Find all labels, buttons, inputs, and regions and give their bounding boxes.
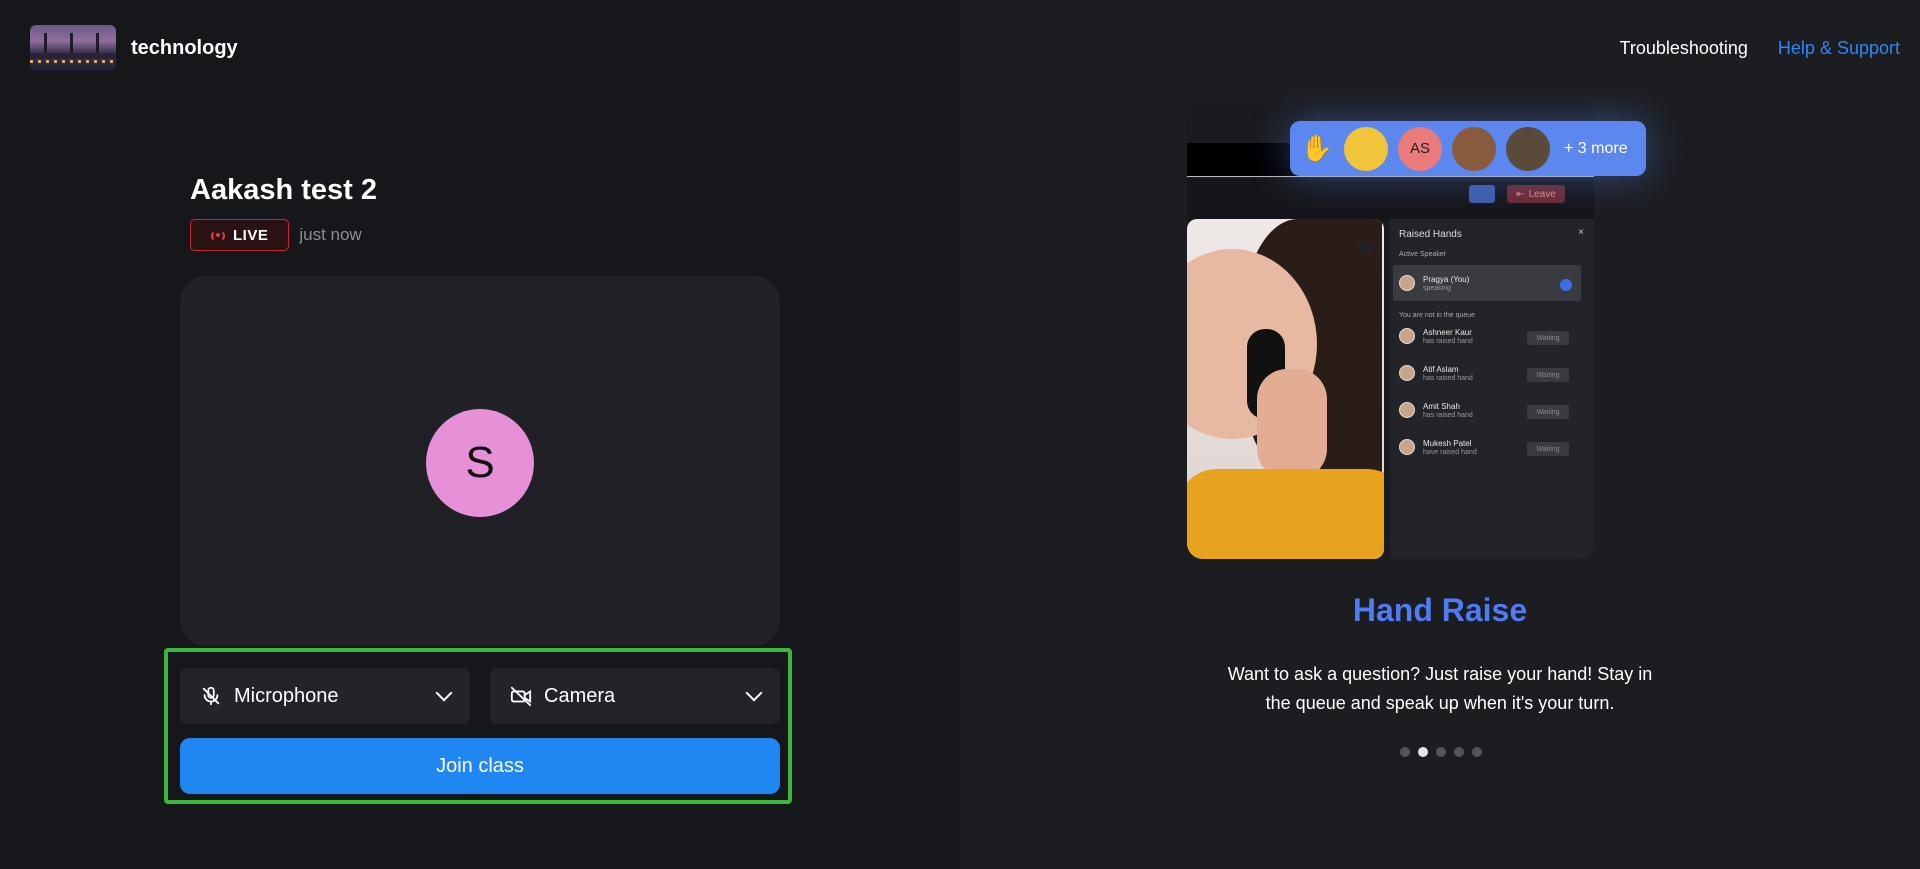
feature-title: Hand Raise (1352, 592, 1528, 628)
pin-icon (1357, 239, 1373, 255)
raised-hands-title: Raised Hands (1399, 229, 1462, 240)
queue-status: have raised hand (1423, 449, 1477, 456)
broadcast-icon (211, 230, 225, 242)
carousel-dot[interactable] (1454, 747, 1464, 757)
brand[interactable]: technology (30, 25, 238, 71)
exit-icon: ⇤ (1516, 188, 1525, 200)
carousel-dot[interactable] (1472, 747, 1482, 757)
live-label: LIVE (233, 226, 269, 244)
camera-label: Camera (544, 684, 616, 707)
waiting-badge: Waiting (1527, 368, 1569, 382)
live-time: just now (299, 225, 362, 244)
mock-leave-label: Leave (1528, 188, 1556, 200)
class-title: Aakash test 2 (190, 174, 377, 206)
feature-description: Want to ask a question? Just raise your … (1227, 664, 1653, 713)
live-status-row: LIVE just now (190, 219, 362, 251)
queue-name: Mukesh Patel (1423, 439, 1472, 448)
avatar (1399, 328, 1415, 344)
queue-status: has raised hand (1423, 412, 1473, 419)
more-count: + 3 more (1564, 139, 1628, 157)
carousel-dot-active[interactable] (1418, 747, 1428, 757)
chevron-down-icon (745, 684, 763, 702)
join-class-button[interactable]: Join class (180, 738, 780, 794)
close-icon: × (1578, 227, 1584, 238)
speaker-item: Pragya (You) speaking (1399, 274, 1469, 292)
waiting-badge: Waiting (1527, 405, 1569, 419)
brand-logo-image (30, 25, 116, 71)
right-pane: ⇤ Leave Raised Hands × Active Speaker Pr… (960, 0, 1920, 869)
mock-video (1187, 219, 1384, 559)
avatar (1399, 439, 1415, 455)
mock-pin-button (1469, 185, 1495, 203)
carousel-dot[interactable] (1400, 747, 1410, 757)
help-support-link[interactable]: Help & Support (1778, 38, 1900, 59)
avatar (1399, 365, 1415, 381)
list-item: Ashneer Kaur has raised hand (1399, 327, 1473, 345)
camera-preview: S (180, 276, 780, 646)
avatar (1399, 402, 1415, 418)
speaking-icon (1560, 279, 1572, 291)
left-pane: technology Aakash test 2 LIVE just now S… (0, 0, 960, 869)
speaker-name: Pragya (You) (1423, 275, 1470, 284)
troubleshooting-link[interactable]: Troubleshooting (1620, 38, 1748, 59)
camera-select[interactable]: Camera (490, 668, 780, 724)
avatar (1344, 126, 1388, 171)
queue-name: Amit Shah (1423, 402, 1460, 411)
avatar: AS (1398, 126, 1442, 171)
raised-hands-panel: Raised Hands × Active Speaker Pragya (Yo… (1390, 219, 1594, 559)
list-item: Atif Aslam has raised hand (1399, 364, 1473, 382)
top-nav: Troubleshooting Help & Support (1620, 38, 1901, 59)
chevron-down-icon (435, 684, 453, 702)
queue-name: Atif Aslam (1423, 365, 1459, 374)
device-controls: Microphone Camera Join class (164, 648, 792, 804)
raised-hands-bar: ✋ AS + 3 more (1290, 121, 1646, 176)
avatar (1506, 126, 1550, 171)
raised-hand-icon: ✋ (1300, 133, 1334, 163)
list-item: Mukesh Patel have raised hand (1399, 438, 1477, 456)
queue-name: Ashneer Kaur (1423, 328, 1472, 337)
mic-off-icon (202, 686, 220, 706)
microphone-label: Microphone (234, 684, 339, 707)
queue-status: has raised hand (1423, 338, 1473, 345)
live-badge: LIVE (190, 219, 290, 251)
carousel-dots (1400, 747, 1482, 757)
queue-status: has raised hand (1423, 375, 1473, 382)
carousel-dot[interactable] (1436, 747, 1446, 757)
avatar (1452, 126, 1496, 171)
avatar: S (426, 409, 534, 517)
waiting-badge: Waiting (1527, 331, 1569, 345)
mock-leave-button: ⇤ Leave (1507, 185, 1565, 203)
camera-off-icon (510, 686, 532, 707)
speaker-status: speaking (1423, 285, 1452, 292)
queue-label: You are not in the queue (1399, 312, 1476, 319)
avatar (1399, 275, 1415, 291)
brand-name: technology (131, 36, 238, 59)
microphone-select[interactable]: Microphone (180, 668, 470, 724)
active-speaker-label: Active Speaker (1399, 251, 1447, 258)
list-item: Amit Shah has raised hand (1399, 401, 1473, 419)
waiting-badge: Waiting (1527, 442, 1569, 456)
